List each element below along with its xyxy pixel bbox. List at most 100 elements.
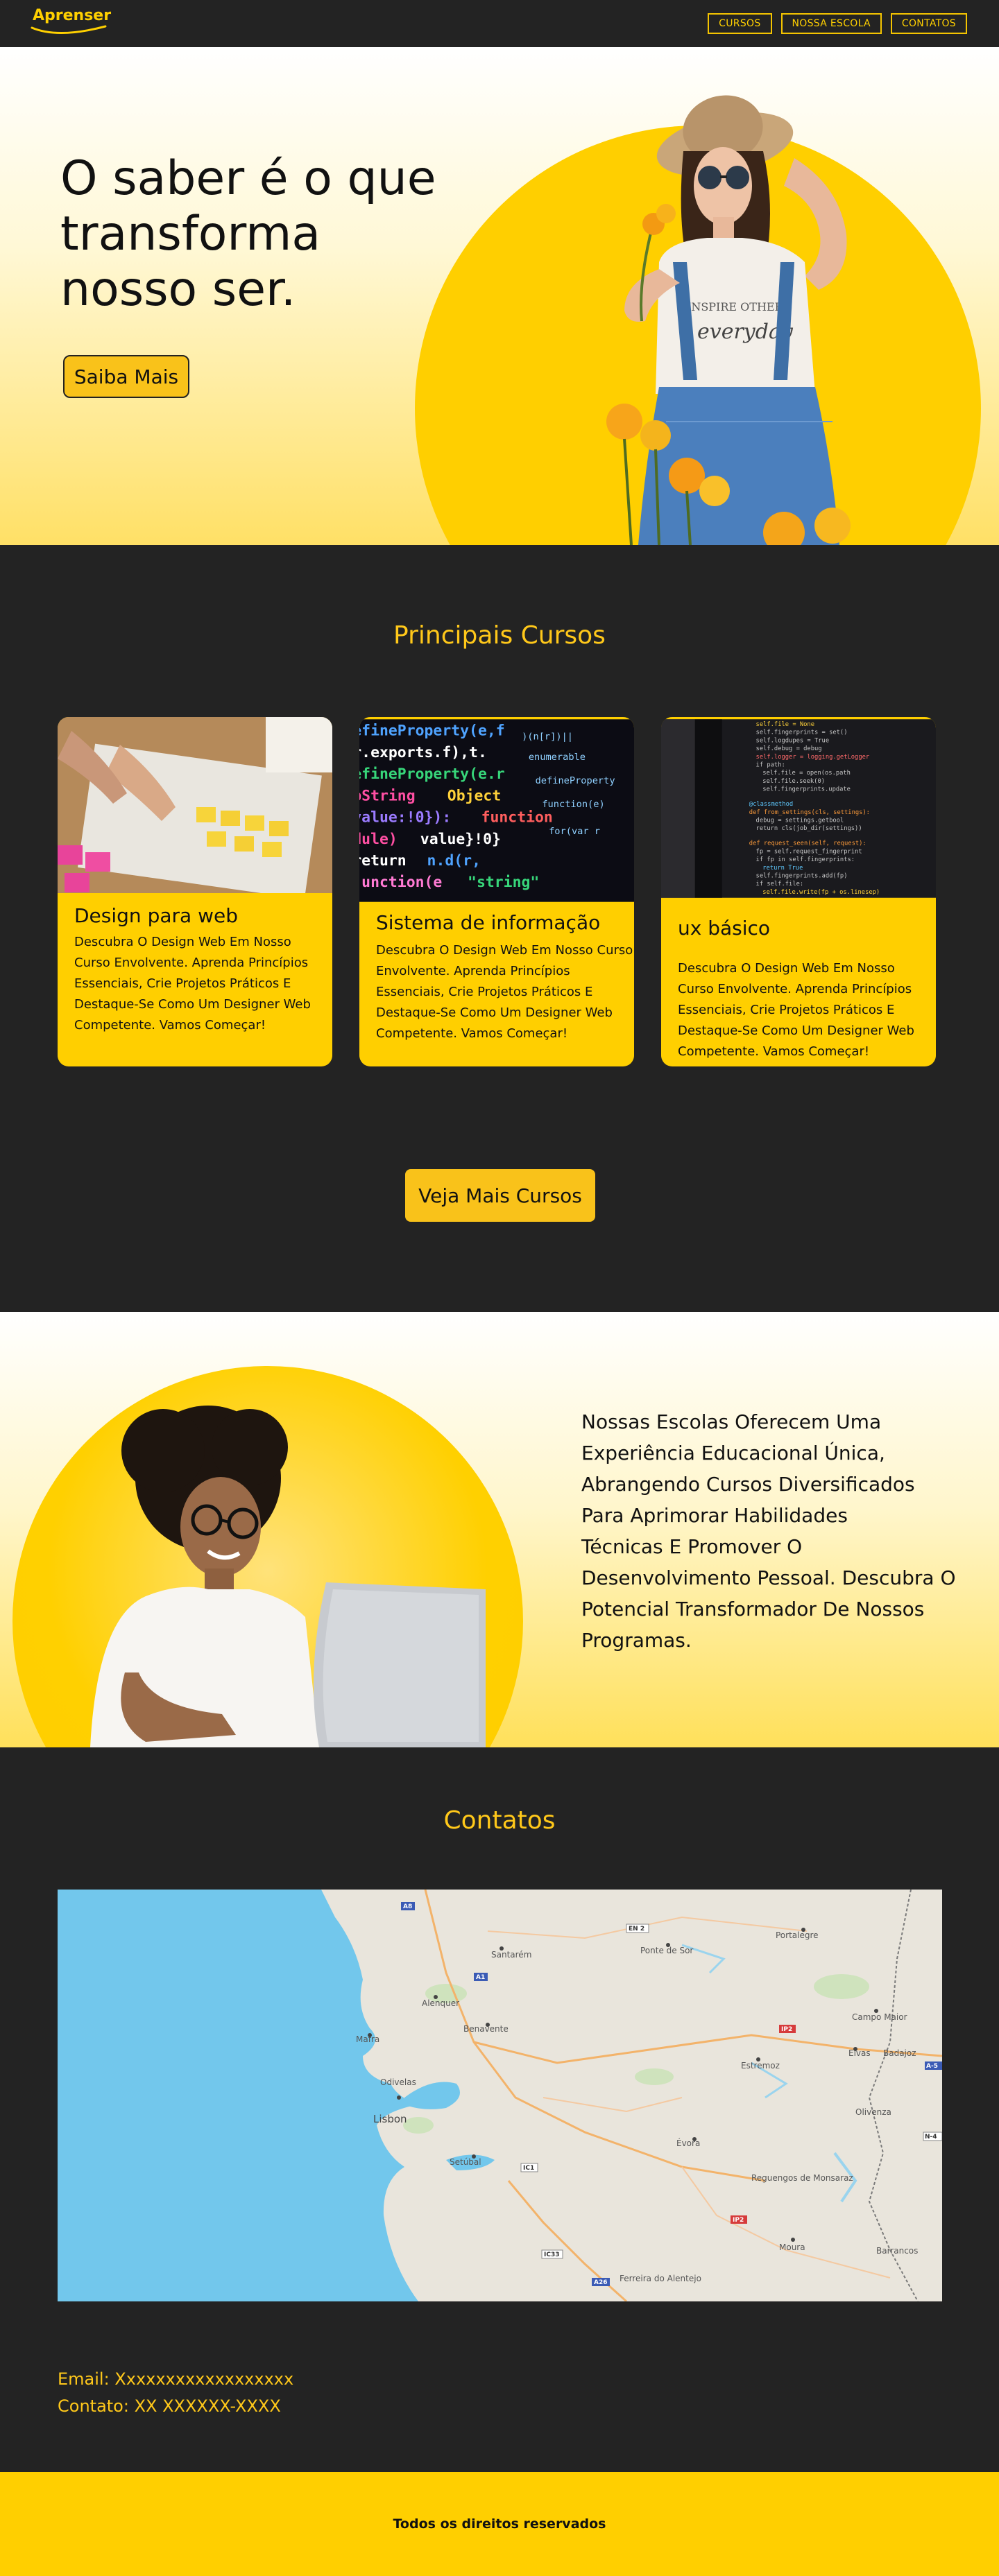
- nav-contatos[interactable]: CONTATOS: [890, 13, 967, 34]
- map-label-alenquer: Alenquer: [422, 1998, 459, 2008]
- svg-text:fp = self.request_fingerprint: fp = self.request_fingerprint: [756, 848, 862, 855]
- svg-text:function(e): function(e): [542, 799, 604, 810]
- svg-text:(unction(e: (unction(e: [359, 874, 442, 891]
- road-ic1: IC1: [523, 2165, 534, 2172]
- svg-text:"string": "string": [468, 874, 539, 891]
- svg-text:r.exports.f),t.: r.exports.f),t.: [359, 744, 487, 761]
- contact-email: Email: Xxxxxxxxxxxxxxxxxx: [58, 2369, 294, 2389]
- svg-text:defineProperty: defineProperty: [536, 775, 615, 786]
- site-header: Aprenser CURSOS NOSSA ESCOLA CONTATOS: [0, 0, 999, 47]
- hero-section: O saber é o que transforma nosso ser. Sa…: [0, 47, 999, 545]
- svg-text:self.fingerprints.add(fp): self.fingerprints.add(fp): [756, 872, 848, 879]
- road-a5: A-5: [926, 2063, 938, 2070]
- svg-text:n.d(r,: n.d(r,: [427, 852, 481, 870]
- svg-text:)(n[r])||: )(n[r])||: [522, 732, 573, 743]
- course-description: Descubra O Design Web Em Nosso Curso Env…: [74, 935, 311, 1032]
- main-nav: CURSOS NOSSA ESCOLA CONTATOS: [708, 13, 967, 34]
- contact-phone: Contato: XX XXXXXX-XXXX: [58, 2396, 281, 2416]
- map-label-estremoz: Estremoz: [741, 2061, 780, 2071]
- veja-mais-cursos-button[interactable]: Veja Mais Cursos: [405, 1169, 595, 1222]
- svg-text:self.debug = debug: self.debug = debug: [756, 745, 822, 752]
- svg-text:self.fingerprints = set(): self.fingerprints = set(): [756, 729, 848, 736]
- svg-text:def from_settings(cls, setting: def from_settings(cls, settings):: [749, 809, 870, 816]
- svg-text:if fp in self.fingerprints:: if fp in self.fingerprints:: [756, 856, 855, 863]
- road-a8: A8: [403, 1903, 412, 1910]
- nav-cursos[interactable]: CURSOS: [708, 13, 772, 34]
- road-en2: EN 2: [629, 1926, 644, 1933]
- nav-nossa-escola[interactable]: NOSSA ESCOLA: [780, 13, 882, 34]
- map-label-evora: Évora: [676, 2138, 700, 2148]
- map-label-santarem: Santarém: [491, 1950, 531, 1960]
- course-description: Descubra O Design Web Em Nosso Curso Env…: [678, 961, 914, 1059]
- map-label-portalegre: Portalegre: [776, 1930, 819, 1940]
- svg-text:if self.file:: if self.file:: [756, 881, 804, 888]
- hero-title: O saber é o que transforma nosso ser.: [60, 151, 436, 317]
- map-label-lisbon: Lisbon: [373, 2113, 407, 2125]
- courses-title: Principais Cursos: [393, 621, 606, 650]
- map-label-moura: Moura: [779, 2242, 805, 2252]
- svg-text:Object: Object: [447, 787, 501, 804]
- map-label-odivelas: Odivelas: [380, 2077, 416, 2087]
- road-a1: A1: [476, 1974, 485, 1981]
- svg-text:self.file.seek(0): self.file.seek(0): [762, 778, 825, 785]
- svg-text:enumerable: enumerable: [529, 752, 586, 763]
- course-card[interactable]: Design para web Descubra O Design Web Em…: [58, 717, 332, 1066]
- logo-swoosh-icon: [31, 25, 107, 35]
- svg-text:self.fingerprints.update: self.fingerprints.update: [762, 786, 851, 793]
- road-ic33: IC33: [544, 2251, 559, 2258]
- map-label-barrancos: Barrancos: [876, 2246, 918, 2256]
- svg-text:return: return: [359, 852, 407, 870]
- shirt-text-1: INSPIRE OTHERS: [687, 300, 791, 313]
- footer-copyright: Todos os direitos reservados: [393, 2516, 606, 2532]
- svg-text:@classmethod: @classmethod: [749, 801, 793, 808]
- course-card[interactable]: efineProperty(e,f r.exports.f),t. efineP…: [359, 717, 634, 1066]
- svg-text:dule): dule): [359, 831, 398, 848]
- svg-text:if path:: if path:: [756, 762, 785, 769]
- course-image-code: efineProperty(e,f r.exports.f),t. efineP…: [359, 719, 634, 902]
- svg-text:function: function: [481, 809, 553, 827]
- hero-woman-image: INSPIRE OTHERS everyday: [606, 95, 851, 545]
- svg-text:efineProperty(e,f: efineProperty(e,f: [359, 723, 505, 740]
- svg-text:self.file = None: self.file = None: [756, 721, 814, 728]
- saiba-mais-button[interactable]: Saiba Mais: [63, 355, 189, 398]
- course-title: ux básico: [678, 917, 771, 940]
- about-section: Nossas Escolas Oferecem Uma Experiência …: [0, 1312, 999, 1747]
- map-label-reguengos: Reguengos de Monsaraz: [751, 2173, 853, 2183]
- svg-text:self.file.write(fp + os.linese: self.file.write(fp + os.linesep): [762, 889, 880, 896]
- map-label-elvas: Elvas: [848, 2048, 871, 2058]
- contact-title: Contatos: [443, 1806, 556, 1835]
- svg-text:bString: bString: [359, 787, 416, 804]
- map-graphic: Santarém Ponte de Sor Portalegre Alenque…: [58, 1890, 942, 2301]
- road-ip2-south: IP2: [733, 2217, 744, 2224]
- svg-text:return cls(job_dir(settings)): return cls(job_dir(settings)): [756, 825, 862, 832]
- map-label-badajoz: Badajoz: [883, 2048, 916, 2058]
- svg-text:value:!0}):: value:!0}):: [359, 809, 451, 827]
- course-description: Descubra O Design Web Em Nosso Curso Env…: [376, 943, 633, 1041]
- courses-section: Principais Cursos Design para web Descub…: [0, 545, 999, 1312]
- svg-text:efineProperty(e.r: efineProperty(e.r: [359, 766, 505, 783]
- map-label-ponte-de-sor: Ponte de Sor: [640, 1946, 693, 1955]
- student-laptop-image: [90, 1406, 486, 1747]
- about-text: Nossas Escolas Oferecem Uma Experiência …: [581, 1410, 956, 1652]
- location-map[interactable]: Santarém Ponte de Sor Portalegre Alenque…: [58, 1890, 942, 2301]
- map-label-mafra: Mafra: [356, 2034, 379, 2044]
- logo[interactable]: Aprenser: [33, 7, 111, 24]
- svg-text:value}!0}: value}!0}: [420, 831, 501, 848]
- map-label-olivenza: Olivenza: [855, 2107, 891, 2117]
- road-ip2-north: IP2: [781, 2026, 792, 2033]
- course-title: Sistema de informação: [376, 911, 601, 934]
- course-image-design: [58, 717, 332, 893]
- map-label-setubal: Setúbal: [450, 2157, 481, 2167]
- map-label-campo-maior: Campo Maior: [852, 2012, 907, 2022]
- course-card[interactable]: self.file = None self.fingerprints = set…: [661, 717, 936, 1066]
- svg-text:self.file = open(os.path: self.file = open(os.path: [762, 770, 851, 777]
- course-title: Design para web: [74, 904, 238, 927]
- course-image-terminal: self.file = None self.fingerprints = set…: [661, 719, 936, 898]
- contact-section: Contatos Santarém Ponte de Sor Portalegr…: [0, 1747, 999, 2472]
- svg-text:debug = settings.getbool: debug = settings.getbool: [756, 818, 844, 824]
- svg-text:self.logdupes = True: self.logdupes = True: [756, 737, 830, 744]
- svg-text:self.logger = logging.getLogge: self.logger = logging.getLogger: [756, 754, 870, 761]
- map-label-ferreira: Ferreira do Alentejo: [620, 2274, 701, 2283]
- road-n4: N-4: [925, 2134, 937, 2141]
- site-footer: Todos os direitos reservados: [0, 2472, 999, 2576]
